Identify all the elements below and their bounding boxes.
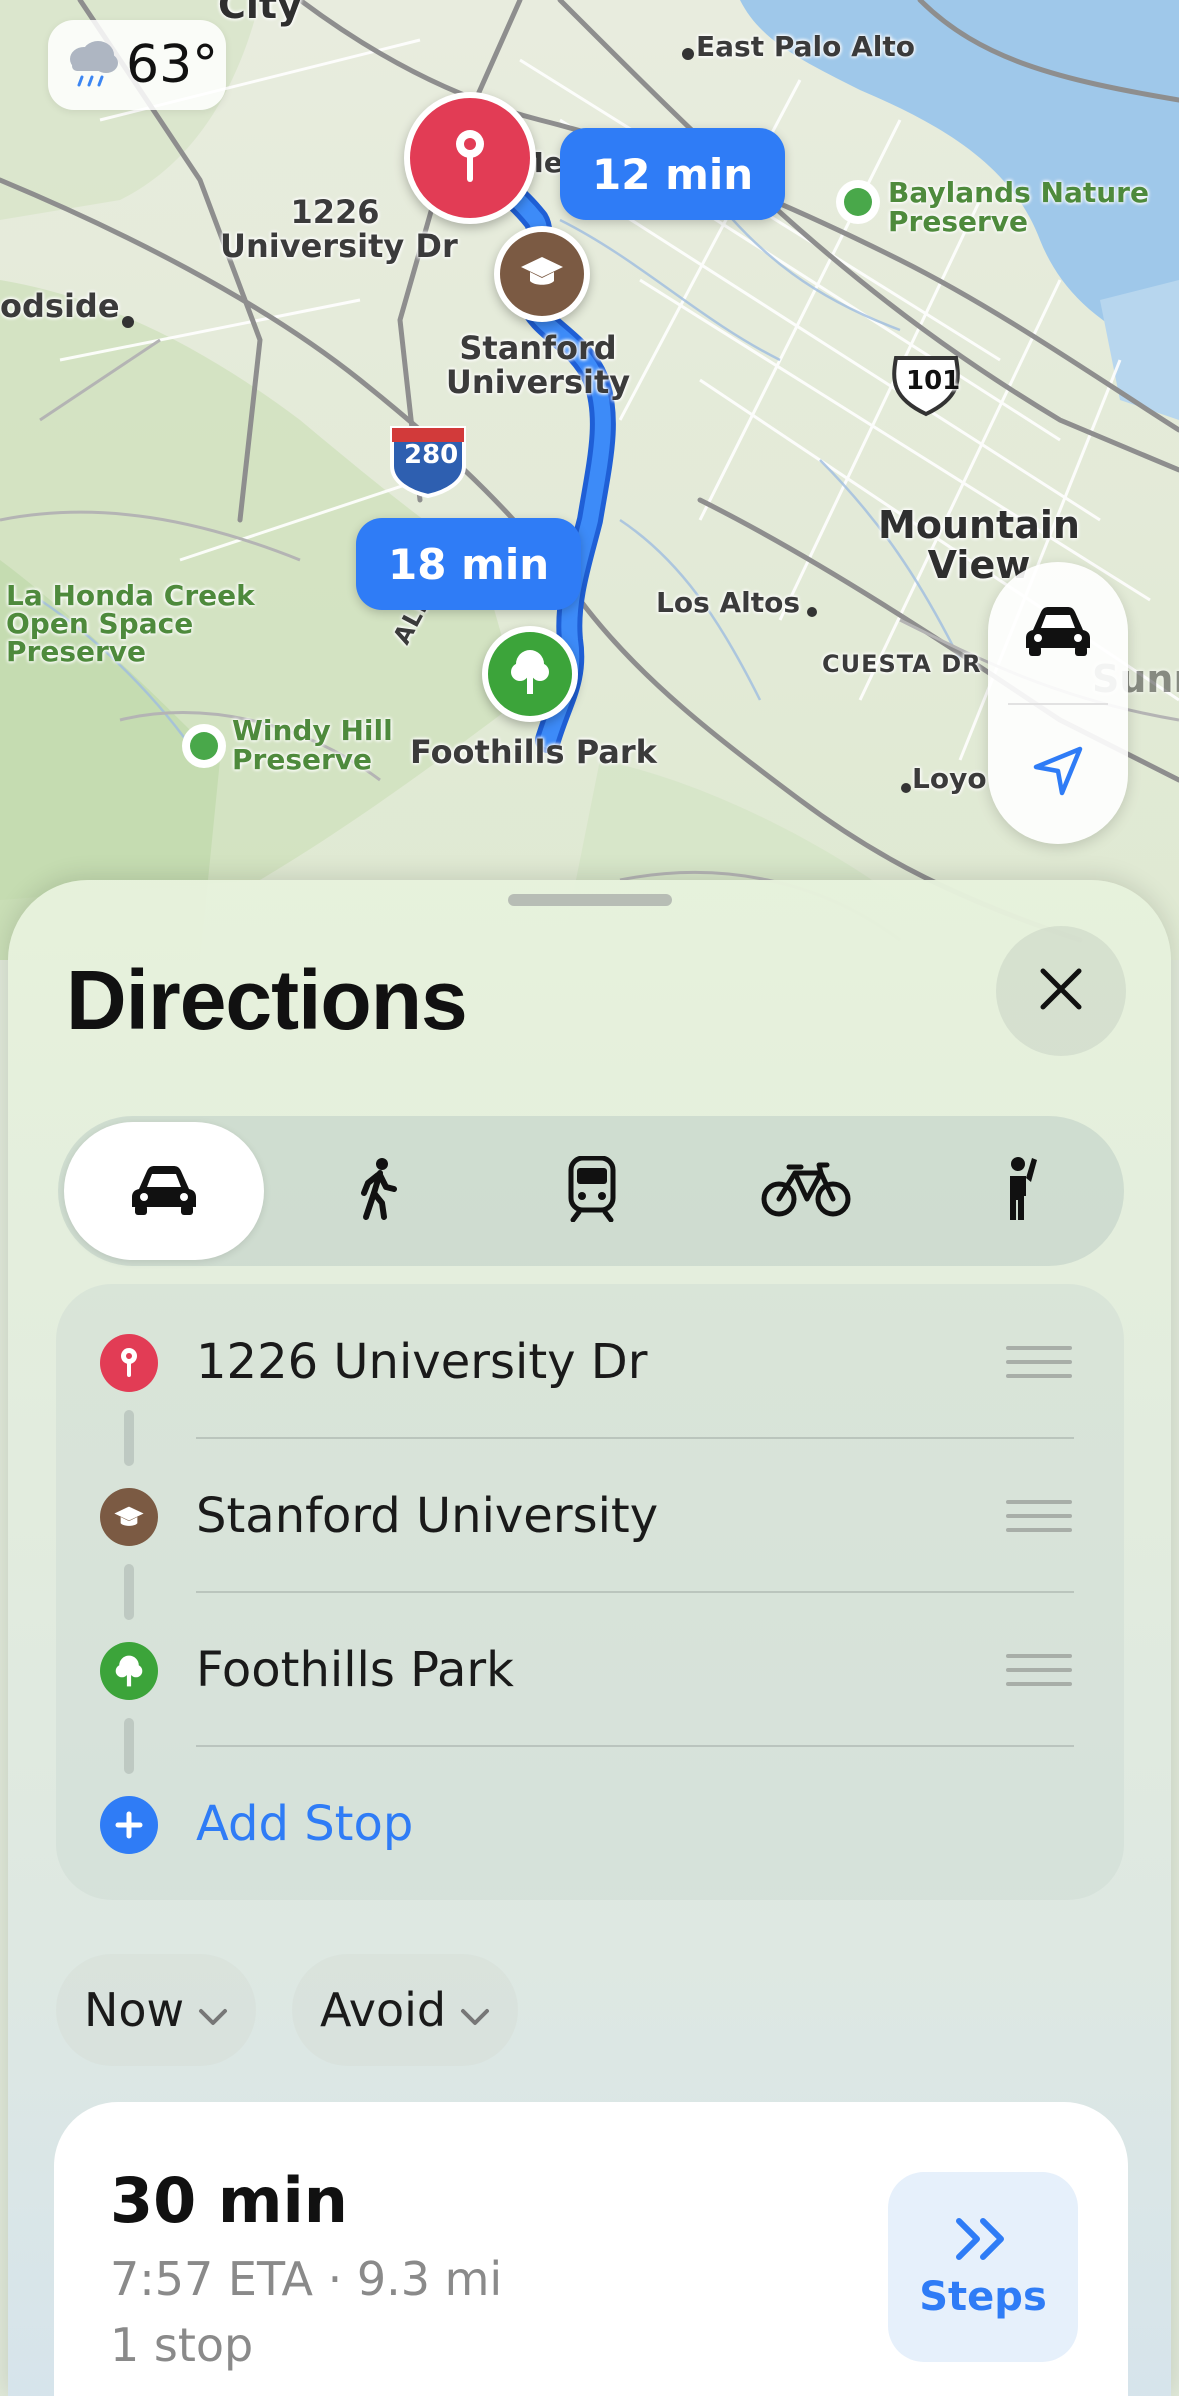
map-label-east-palo-alto: East Palo Alto: [696, 30, 915, 63]
stop-label: Stanford University: [196, 1488, 659, 1544]
map-label-la-honda: La Honda Creek Open Space Preserve: [6, 579, 255, 668]
map-label-start: 1226 University Dr: [220, 193, 458, 265]
steps-button[interactable]: Steps: [888, 2172, 1078, 2362]
graduation-cap-icon: [519, 255, 565, 294]
map-label-cuesta: CUESTA DR: [822, 650, 982, 678]
mode-drive[interactable]: [64, 1122, 264, 1260]
list-item[interactable]: Stanford University: [56, 1438, 1124, 1593]
weather-widget[interactable]: 63°: [48, 20, 226, 110]
map-controls: [988, 562, 1128, 844]
plus-icon: [100, 1796, 158, 1854]
add-stop-button[interactable]: Add Stop: [56, 1746, 1124, 1900]
directions-sheet: Directions 1226 University Dr Stanford U…: [8, 880, 1171, 2396]
route-details: 7:57 ETA · 9.3 mi: [110, 2252, 503, 2306]
stop-label: 1226 University Dr: [196, 1334, 648, 1390]
foothills-pin[interactable]: [482, 626, 578, 722]
tree-icon: [100, 1642, 158, 1700]
avoid-label: Avoid: [320, 1983, 447, 2037]
map-label-los-altos: Los Altos: [656, 586, 801, 619]
avoid-dropdown[interactable]: Avoid: [292, 1954, 519, 2066]
route-stop-count: 1 stop: [110, 2318, 254, 2372]
close-button[interactable]: [996, 926, 1126, 1056]
reorder-handle-icon[interactable]: [1006, 1496, 1072, 1541]
temperature: 63°: [126, 35, 219, 95]
start-pin[interactable]: [404, 92, 536, 224]
car-icon: [1023, 604, 1093, 661]
tree-icon: [510, 648, 550, 701]
location-arrow-icon: [1030, 743, 1086, 804]
map-label-windy-hill: Windy Hill Preserve: [232, 714, 393, 777]
map-mode-button[interactable]: [988, 562, 1128, 703]
map-label-loyola: Loyo: [912, 762, 987, 795]
i280-label: 280: [404, 440, 459, 470]
stop-label: Foothills Park: [196, 1642, 514, 1698]
reorder-handle-icon[interactable]: [1006, 1342, 1072, 1387]
graduation-cap-icon: [100, 1488, 158, 1546]
chevron-down-icon: [460, 1983, 490, 2037]
map-label-woodside: odside: [0, 287, 120, 325]
train-icon: [567, 1155, 617, 1227]
route-bubble-label: 18 min: [388, 539, 550, 589]
mode-cycle[interactable]: [706, 1122, 906, 1260]
page-title: Directions: [66, 953, 468, 1047]
pin-icon: [100, 1334, 158, 1392]
route-option-card[interactable]: 30 min 7:57 ETA · 9.3 mi 1 stop Steps: [54, 2102, 1128, 2396]
reorder-handle-icon[interactable]: [1006, 1650, 1072, 1695]
locate-me-button[interactable]: [988, 703, 1128, 844]
route-bubble-18min[interactable]: 18 min: [356, 518, 582, 610]
hail-icon: [1000, 1156, 1040, 1227]
chevron-double-right-icon: [953, 2215, 1013, 2268]
departure-time-label: Now: [84, 1983, 185, 2037]
route-stops-list: 1226 University Dr Stanford University F…: [56, 1284, 1124, 1900]
cloud-rain-icon: [62, 35, 122, 96]
departure-time-dropdown[interactable]: Now: [56, 1954, 257, 2066]
mode-rideshare[interactable]: [920, 1122, 1120, 1260]
map-label-stanford: Stanford University: [445, 329, 631, 401]
pin-icon: [450, 128, 490, 189]
map-label-foothills: Foothills Park: [410, 733, 657, 771]
add-stop-label: Add Stop: [196, 1796, 414, 1852]
mode-transit[interactable]: [492, 1122, 692, 1260]
car-icon: [129, 1163, 199, 1220]
map-view[interactable]: 63° City East Palo Alto Me Baylands Natu…: [0, 0, 1179, 960]
map-label-city: City: [218, 0, 302, 27]
mode-walk[interactable]: [278, 1122, 478, 1260]
bicycle-icon: [761, 1161, 851, 1222]
route-duration: 30 min: [110, 2164, 348, 2237]
close-icon: [1037, 965, 1085, 1018]
chevron-down-icon: [198, 1983, 228, 2037]
hwy101-label: 101: [906, 366, 961, 396]
steps-label: Steps: [919, 2273, 1047, 2320]
transport-mode-selector: [58, 1116, 1124, 1266]
list-item[interactable]: 1226 University Dr: [56, 1284, 1124, 1439]
map-label-baylands: Baylands Nature Preserve: [888, 176, 1149, 239]
list-item[interactable]: Foothills Park: [56, 1592, 1124, 1747]
sheet-grabber[interactable]: [508, 894, 672, 906]
walk-icon: [356, 1157, 400, 1226]
route-bubble-label: 12 min: [592, 149, 754, 199]
stanford-pin[interactable]: [494, 226, 590, 322]
route-bubble-12min[interactable]: 12 min: [560, 128, 786, 220]
